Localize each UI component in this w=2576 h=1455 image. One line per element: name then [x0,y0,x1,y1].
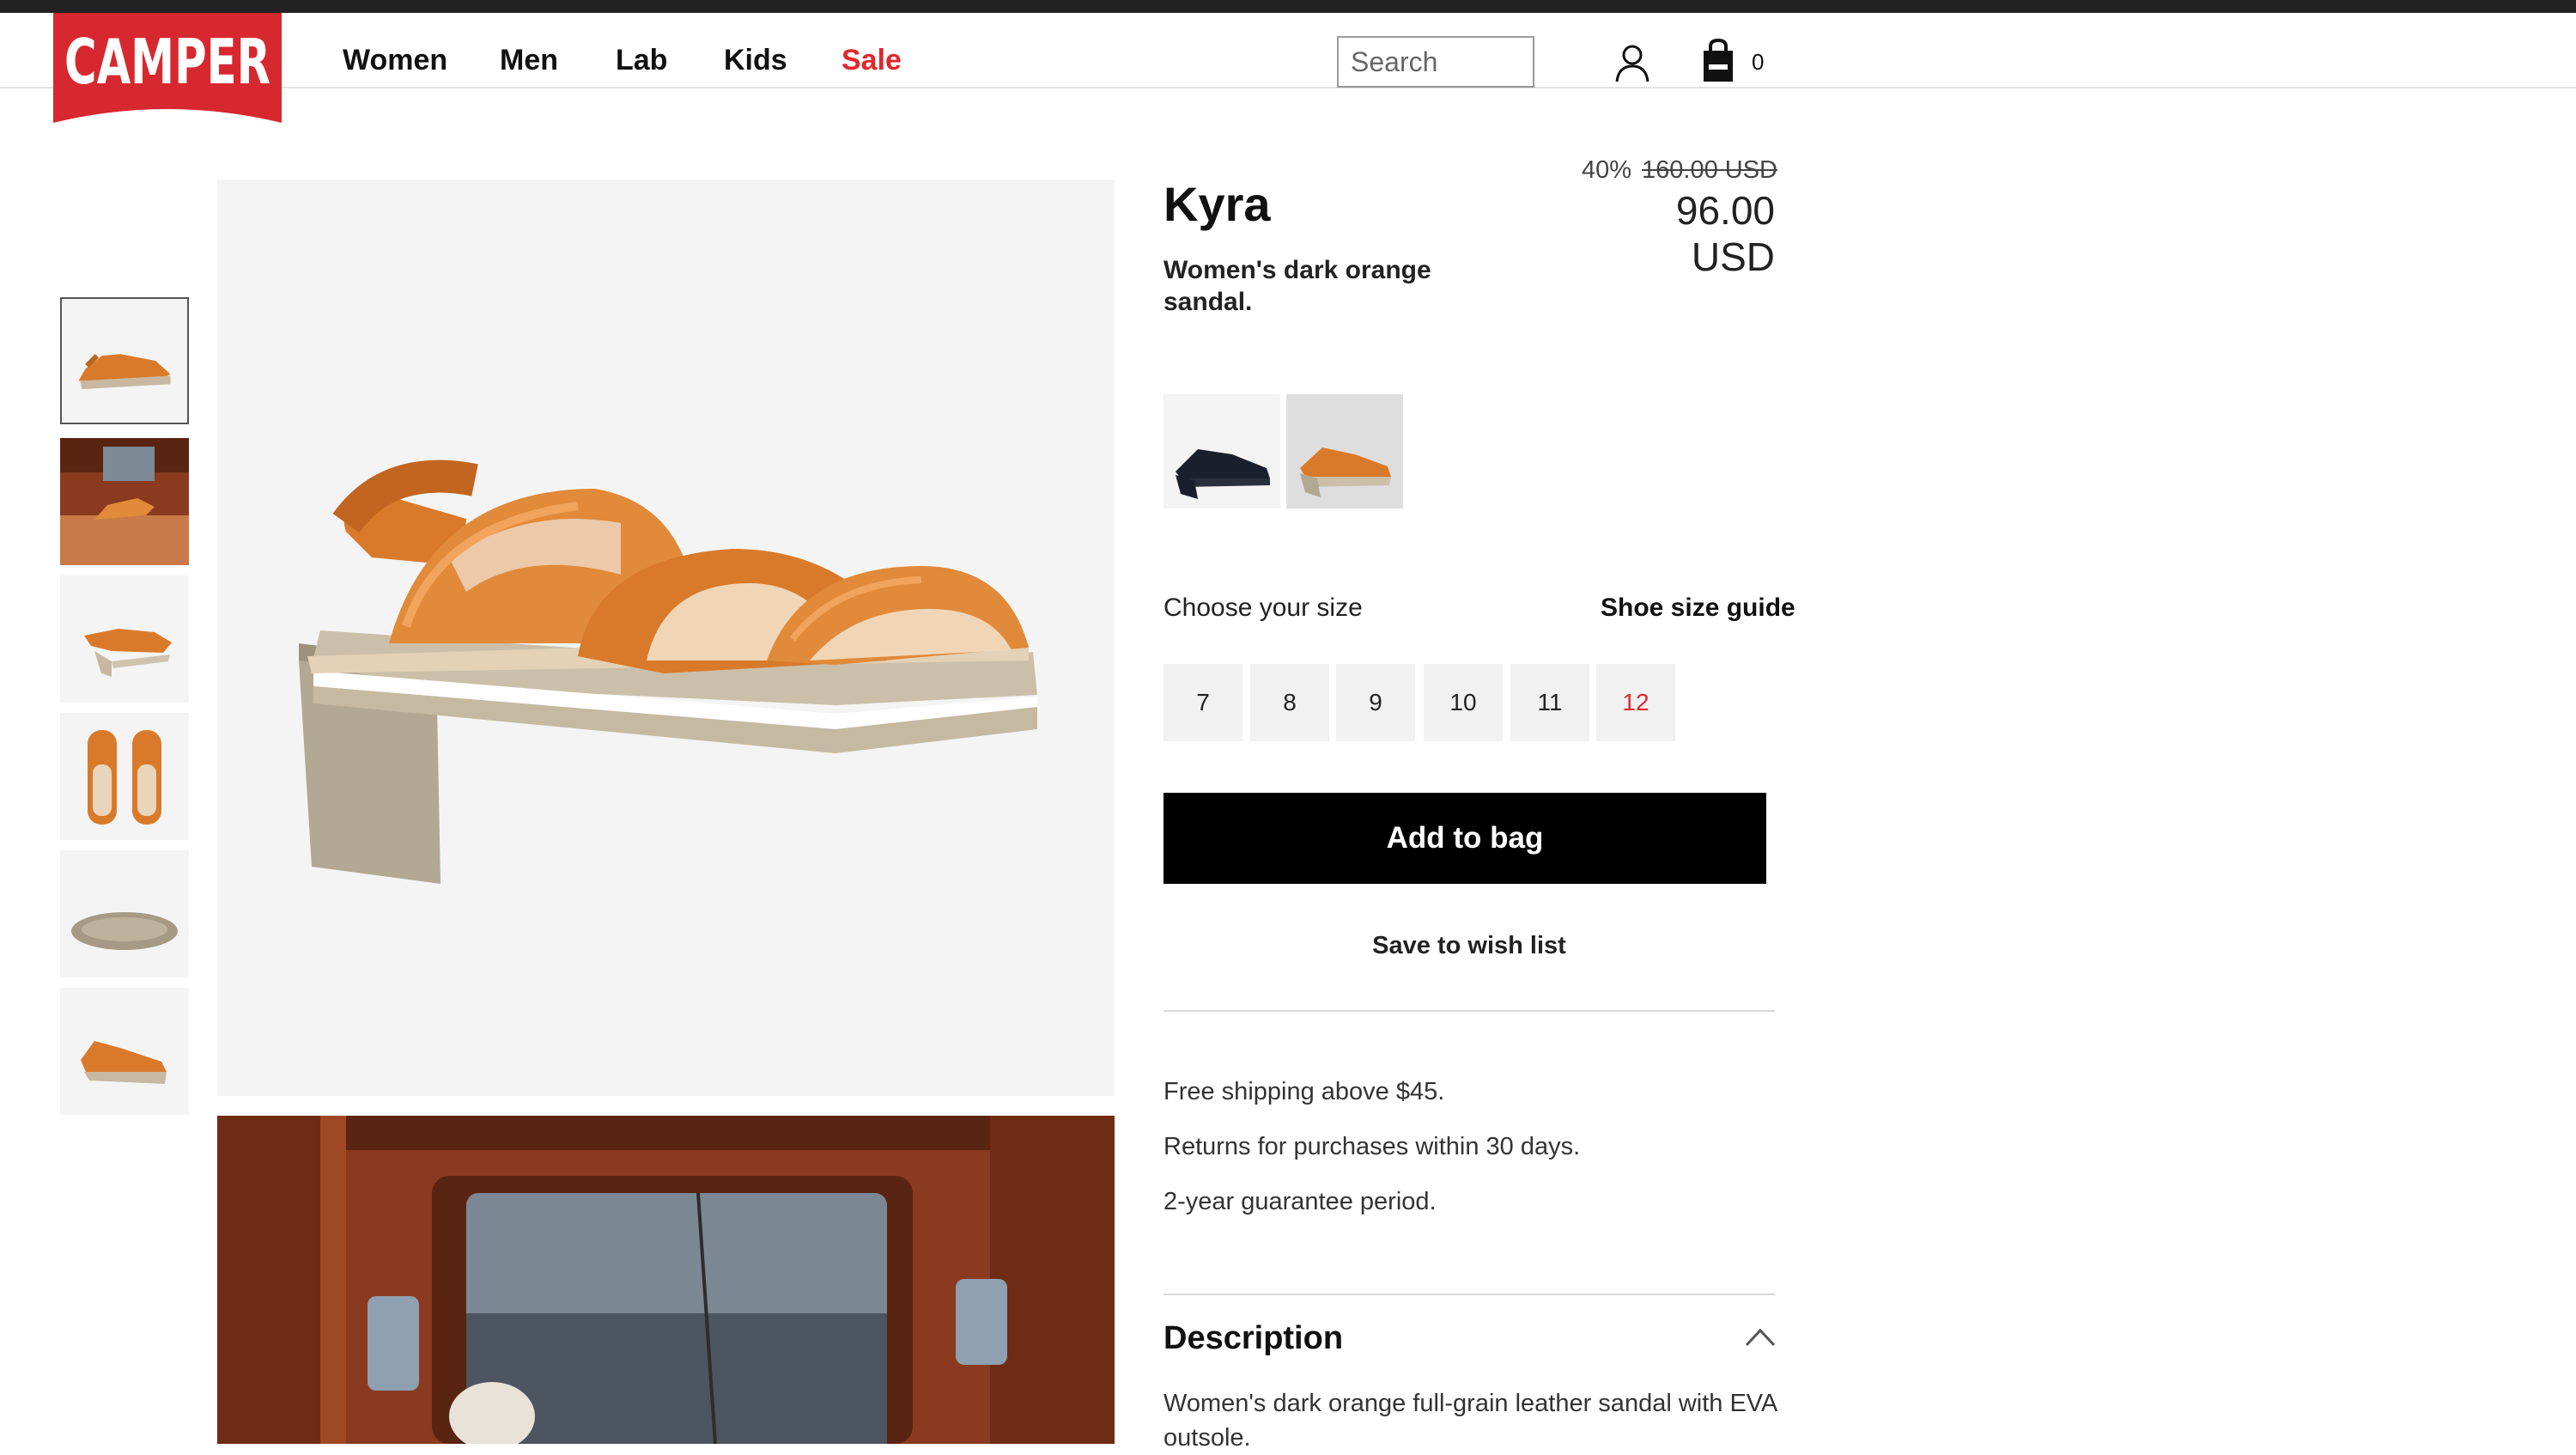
thumbnail-2[interactable] [60,438,189,565]
size-option-9[interactable]: 9 [1336,664,1415,741]
discount-badge: 40% [1582,156,1632,184]
size-option-8[interactable]: 8 [1250,664,1329,741]
nav-kids[interactable]: Kids [724,44,787,77]
svg-text:CAMPER: CAMPER [64,26,270,98]
camper-logo[interactable]: CAMPER [53,13,282,129]
product-subtitle: Women's dark orange sandal. [1163,256,1431,316]
description-heading[interactable]: Description [1163,1320,1343,1357]
lifestyle-image [217,1116,1115,1444]
size-option-12[interactable]: 12 [1596,664,1675,741]
main-product-image [217,180,1115,1096]
returns-info: Returns for purchases within 30 days. [1163,1133,1581,1160]
product-title: Kyra [1163,177,1271,231]
divider [1163,1010,1775,1012]
sale-price: 96.00 USD [1675,188,1775,279]
size-option-10[interactable]: 10 [1424,664,1503,741]
user-icon[interactable] [1614,44,1650,83]
thumbnail-4[interactable] [60,713,189,840]
nav-sale[interactable]: Sale [841,44,902,77]
shipping-info: Free shipping above $45. [1163,1078,1445,1105]
nav-women[interactable]: Women [343,44,447,77]
size-guide-link[interactable]: Shoe size guide [1601,594,1795,623]
nav-lab[interactable]: Lab [616,44,667,77]
size-label: Choose your size [1163,594,1363,622]
size-option-7[interactable]: 7 [1163,664,1242,741]
color-swatch-orange[interactable] [1286,394,1403,508]
thumbnail-3[interactable] [60,575,189,703]
guarantee-info: 2-year guarantee period. [1163,1188,1437,1215]
divider [1163,1294,1775,1295]
top-strip [0,0,2576,13]
description-text: Women's dark orange full-grain leather s… [1163,1390,1777,1452]
size-option-11[interactable]: 11 [1510,664,1589,741]
thumbnail-6[interactable] [60,988,189,1115]
shopping-bag-icon[interactable] [1700,39,1736,83]
add-to-bag-button[interactable]: Add to bag [1163,793,1766,884]
thumbnail-1[interactable] [60,297,189,424]
nav-men[interactable]: Men [500,44,558,77]
chevron-up-icon[interactable] [1744,1326,1777,1348]
thumbnail-5[interactable] [60,850,189,977]
search-input[interactable] [1337,36,1534,88]
color-swatch-black[interactable] [1163,394,1280,508]
original-price: 160.00 USD [1642,156,1777,184]
save-to-wishlist-link[interactable]: Save to wish list [1163,932,1775,960]
site-header: Women Men Lab Kids Sale 0 [0,13,2576,88]
bag-count: 0 [1752,49,1765,75]
